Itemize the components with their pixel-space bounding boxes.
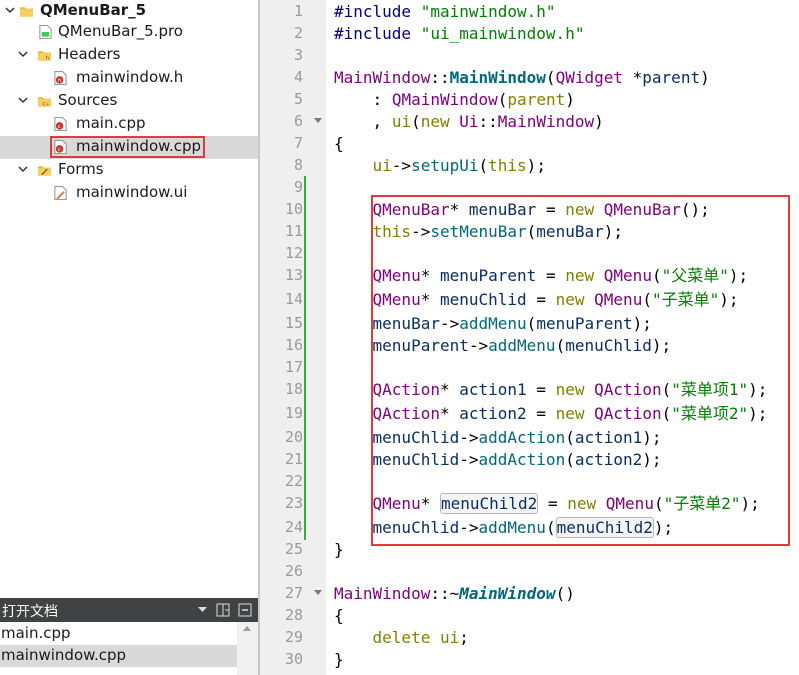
forms-folder-icon [37,166,52,176]
line-number: 25 [284,540,303,558]
file-label: main.cpp [76,114,146,132]
code-line[interactable]: } [334,649,344,671]
chevron-down-icon[interactable] [17,93,29,107]
tree-item-project[interactable]: QMenuBar_5 [0,0,258,23]
dropdown-arrow-icon[interactable] [198,607,207,613]
line-number: 1 [293,2,303,20]
code-line[interactable]: : QMainWindow(parent) [334,89,575,111]
code-line[interactable]: #include "mainwindow.h" [334,1,556,23]
line-number: 23 [284,494,303,512]
qt-project-file-icon [39,24,52,40]
line-number: 2 [293,24,303,42]
line-number: 3 [293,46,303,64]
code-line[interactable]: ui->setupUi(this); [334,155,546,177]
open-document-label: main.cpp [1,624,71,642]
project-folder-icon [19,7,34,17]
line-number: 19 [284,404,303,422]
line-number: 22 [284,472,303,490]
split-view-icon[interactable] [216,603,230,617]
code-highlight-box [371,195,790,546]
project-tree[interactable]: QMenuBar_5 QMenuBar_5.pro h Headers h ma… [0,0,258,598]
tree-item-sources[interactable]: C+ Sources [0,90,258,113]
open-documents-title: 打开文档 [2,604,58,620]
code-line[interactable]: MainWindow::~MainWindow() [334,583,575,605]
code-line[interactable]: #include "ui_mainwindow.h" [334,23,584,45]
code-line[interactable]: delete ui; [334,627,469,649]
svg-text:h: h [45,56,49,62]
line-number: 21 [284,450,303,468]
open-documents-scrollbar[interactable] [237,622,258,675]
open-documents-panel: 打开文档 main.cpp mainwindow.cpp [0,598,258,675]
svg-text:c: c [58,124,61,130]
sources-label: Sources [58,91,118,109]
line-number: 14 [284,290,303,308]
pro-file-label: QMenuBar_5.pro [58,22,183,40]
tree-item-mainwindow-ui[interactable]: mainwindow.ui [0,182,258,205]
line-number: 4 [293,68,303,86]
file-label: mainwindow.ui [76,183,188,201]
line-number: 6 [293,112,303,130]
code-line[interactable]: , ui(new Ui::MainWindow) [334,111,604,133]
tree-item-headers[interactable]: h Headers [0,44,258,67]
line-number: 10 [284,200,303,218]
tree-selection-highlight-box [50,136,205,158]
line-number: 30 [284,650,303,668]
tree-item-forms[interactable]: Forms [0,159,258,182]
line-number: 27 [284,584,303,602]
scroll-up-arrow-icon[interactable] [243,626,251,631]
line-number-gutter: 1 2 3 4 5 6 7 8 9 10 11 12 13 14 15 16 17 18 19 20 21 22 23 24 2… [260,0,326,675]
code-line[interactable]: MainWindow::MainWindow(QWidget *parent) [334,67,710,89]
open-document-item[interactable]: main.cpp [0,623,237,645]
code-line[interactable]: { [334,133,344,155]
open-documents-header: 打开文档 [0,598,258,622]
modified-lines-bar [304,176,306,540]
open-document-item[interactable]: mainwindow.cpp [0,645,237,667]
line-number: 26 [284,562,303,580]
headers-label: Headers [58,45,121,63]
line-number: 5 [293,90,303,108]
line-number: 11 [284,222,303,240]
file-label: mainwindow.h [76,68,184,86]
headers-folder-icon: h [37,51,52,62]
code-line[interactable]: } [334,539,344,561]
fold-marker-icon[interactable] [314,118,322,123]
open-document-label: mainwindow.cpp [1,646,127,664]
line-number: 9 [293,178,303,196]
sources-folder-icon: C+ [37,97,52,108]
code-line[interactable]: { [334,605,344,627]
project-name: QMenuBar_5 [40,1,147,19]
chevron-down-icon[interactable] [17,162,29,176]
chevron-down-icon[interactable] [17,47,29,61]
line-number: 29 [284,628,303,646]
tree-item-mainwindow-h[interactable]: h mainwindow.h [0,67,258,90]
tree-item-main-cpp[interactable]: c main.cpp [0,113,258,136]
header-file-icon: h [54,70,67,86]
close-panel-icon[interactable] [238,603,252,617]
tree-item-pro-file[interactable]: QMenuBar_5.pro [0,21,258,44]
line-number: 18 [284,380,303,398]
line-number: 17 [284,358,303,376]
svg-text:h: h [58,78,62,84]
ui-form-file-icon [54,185,67,201]
chevron-down-icon[interactable] [4,3,16,17]
cpp-file-icon: c [54,116,67,132]
line-number: 24 [284,518,303,536]
line-number: 28 [284,606,303,624]
line-number: 13 [284,266,303,284]
line-number: 7 [293,134,303,152]
svg-text:C+: C+ [43,102,50,108]
line-number: 8 [293,156,303,174]
line-number: 20 [284,428,303,446]
line-number: 15 [284,314,303,332]
fold-marker-icon[interactable] [314,590,322,595]
forms-label: Forms [58,160,104,178]
line-number: 12 [284,244,303,262]
line-number: 16 [284,336,303,354]
